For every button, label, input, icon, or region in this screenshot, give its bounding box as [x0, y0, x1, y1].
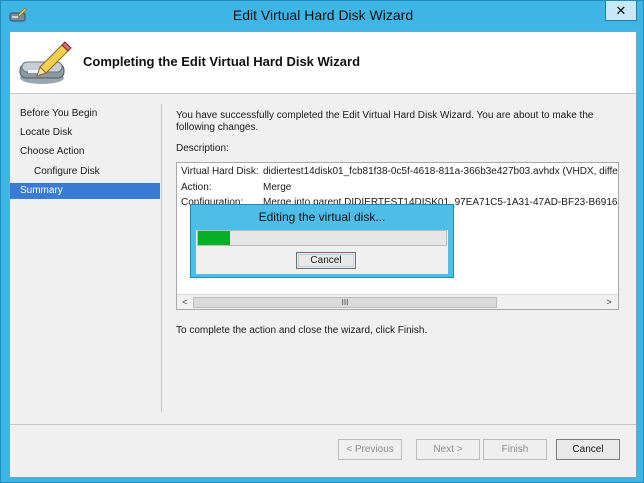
- nav-item-choose-action[interactable]: Choose Action: [10, 144, 160, 160]
- scroll-right-icon[interactable]: >: [602, 296, 616, 308]
- nav-divider: [161, 104, 162, 412]
- progress-title: Editing the virtual disk...: [258, 210, 386, 224]
- previous-button[interactable]: < Previous: [338, 439, 402, 460]
- nav-item-configure-disk[interactable]: Configure Disk: [10, 164, 160, 180]
- title-bar[interactable]: Edit Virtual Hard Disk Wizard ✕: [1, 1, 644, 31]
- wizard-client-area: Completing the Edit Virtual Hard Disk Wi…: [9, 31, 637, 478]
- desc-row-key: Virtual Hard Disk:: [181, 166, 259, 177]
- window-frame: Edit Virtual Hard Disk Wizard ✕ Completi…: [0, 0, 644, 483]
- desc-row-value: Merge: [263, 182, 292, 193]
- description-label: Description:: [176, 143, 229, 154]
- intro-text: You have successfully completed the Edit…: [176, 110, 594, 133]
- desc-row-value: didiertest14disk01_fcb81f38-0c5f-4618-81…: [263, 166, 619, 177]
- progress-body: Cancel: [196, 230, 448, 274]
- wizard-header: Completing the Edit Virtual Hard Disk Wi…: [10, 32, 636, 94]
- nav-item-locate-disk[interactable]: Locate Disk: [10, 125, 160, 141]
- close-button[interactable]: ✕: [605, 1, 637, 21]
- nav-item-summary[interactable]: Summary: [10, 183, 160, 199]
- progress-bar: [197, 230, 447, 246]
- progress-cancel-label: Cancel: [310, 255, 342, 266]
- finish-hint: To complete the action and close the wiz…: [176, 325, 428, 336]
- scroll-thumb[interactable]: III: [193, 297, 497, 308]
- cancel-button[interactable]: Cancel: [556, 439, 620, 460]
- progress-dialog: Editing the virtual disk... Cancel: [190, 204, 454, 278]
- disk-pencil-icon: [18, 40, 74, 86]
- desc-row: Virtual Hard Disk: didiertest14disk01_fc…: [181, 166, 619, 180]
- horizontal-scrollbar[interactable]: < III >: [177, 294, 618, 309]
- window-title: Edit Virtual Hard Disk Wizard: [232, 7, 414, 23]
- wizard-page-title: Completing the Edit Virtual Hard Disk Wi…: [83, 54, 361, 69]
- desc-row: Action: Merge: [181, 182, 618, 196]
- close-icon: ✕: [615, 2, 627, 18]
- nav-item-before-you-begin[interactable]: Before You Begin: [10, 106, 160, 122]
- finish-button[interactable]: Finish: [483, 439, 547, 460]
- next-button[interactable]: Next >: [416, 439, 480, 460]
- scroll-left-icon[interactable]: <: [178, 296, 192, 308]
- wizard-steps-nav: Before You Begin Locate Disk Choose Acti…: [10, 102, 162, 412]
- progress-cancel-button[interactable]: Cancel: [296, 252, 356, 269]
- desc-row-key: Action:: [181, 182, 212, 193]
- footer-divider: [10, 424, 636, 425]
- progress-bar-fill: [198, 231, 230, 245]
